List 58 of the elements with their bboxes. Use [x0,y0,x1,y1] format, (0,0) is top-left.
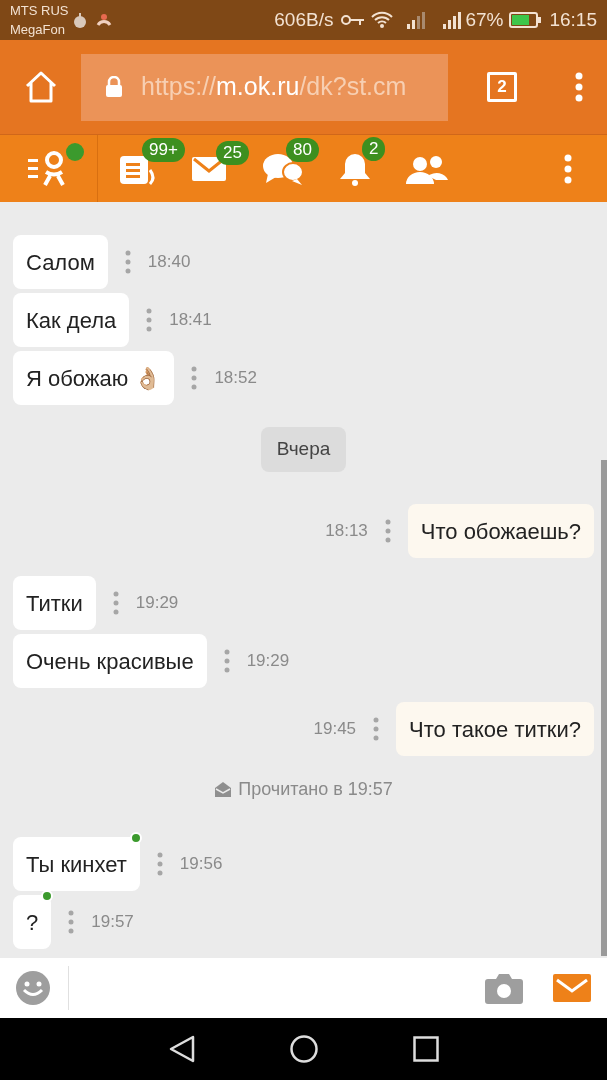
more-icon[interactable] [124,250,131,274]
read-receipt: Прочитано в 19:57 [238,777,393,801]
message-time: 19:56 [179,853,223,876]
signal-icon [443,11,464,29]
message-time: 19:57 [91,911,134,934]
message-bubble: Салом [13,235,108,289]
more-icon[interactable] [68,910,75,934]
count-badge: 2 [362,136,386,161]
message-bubble: Что обожаешь? [407,504,594,558]
message-time: 18:41 [169,309,212,332]
more-icon[interactable] [575,72,583,102]
message-bubble: Ты кинхет [13,837,140,891]
emoji-icon[interactable] [16,971,50,1005]
scrollbar[interactable] [601,460,607,956]
more-icon[interactable] [156,852,163,876]
message-bubble: Как дела [13,293,130,347]
count-badge: 99+ [142,137,185,162]
network-speed: 606B/s [274,7,334,32]
date-separator: Вчера [260,427,347,472]
message-time: 19:29 [135,592,179,615]
message-time: 18:52 [214,367,257,390]
carrier-name: MTS RUS [10,2,69,20]
more-icon[interactable] [384,519,391,543]
more-icon[interactable] [223,649,230,673]
more-icon[interactable] [191,366,198,390]
more-icon[interactable] [146,308,153,332]
tab-count-button[interactable]: 2 [487,72,517,102]
wifi-icon [371,11,394,29]
back-icon[interactable] [168,1035,195,1063]
recents-icon[interactable] [412,1036,439,1062]
battery-percent: 67% [465,7,504,32]
message-bubble: Очень красивые [13,634,207,688]
message-time: 18:40 [147,251,191,274]
more-icon[interactable] [564,153,572,184]
count-badge: 25 [216,140,249,165]
lock-icon [105,76,123,98]
message-time: 19:29 [246,650,290,673]
message-bubble: ? [13,895,52,949]
message-bubble: Что такое титки? [396,702,594,756]
count-badge: 80 [286,137,319,162]
message-time: 18:13 [325,520,368,543]
camera-icon[interactable] [485,972,523,1004]
read-envelope-icon [214,780,233,798]
home-icon[interactable] [289,1035,318,1063]
battery-icon [509,12,542,28]
message-bubble: Титки [13,576,96,630]
address-bar[interactable]: https://m.ok.ru/dk?st.cm [81,53,448,121]
key-icon [341,14,366,26]
more-icon[interactable] [112,591,119,615]
friends-icon[interactable] [406,153,448,184]
message-time: 19:45 [313,718,357,741]
url-text: https://m.ok.ru/dk?st.cm [141,71,407,103]
signal-icon [407,11,428,29]
carrier-name: MegaFon [10,21,66,39]
more-icon[interactable] [373,717,380,741]
send-mail-icon[interactable] [553,974,591,1002]
clock: 16:15 [549,7,597,32]
message-bubble: Я обожаю 👌🏼 [13,351,175,405]
